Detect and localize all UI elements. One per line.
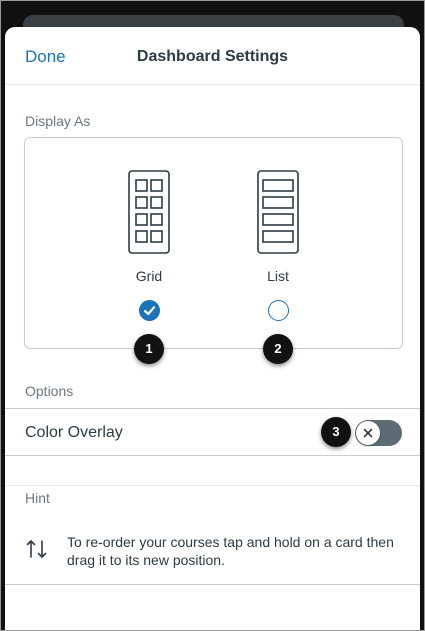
- close-icon: [363, 428, 373, 438]
- dashboard-settings-sheet: Done Dashboard Settings Display As Grid: [5, 27, 420, 630]
- hint-divider: [5, 485, 420, 486]
- page-title: Dashboard Settings: [136, 48, 289, 65]
- grid-option-label: Grid: [135, 268, 163, 284]
- display-option-list[interactable]: List: [233, 138, 323, 348]
- hint-text: To re-order your courses tap and hold on…: [67, 534, 394, 568]
- screenshot-frame: Done Dashboard Settings Display As Grid: [0, 0, 425, 631]
- grid-radio-checked[interactable]: [139, 300, 160, 321]
- options-label: Options: [25, 383, 74, 399]
- color-overlay-label: Color Overlay: [25, 424, 123, 441]
- checkmark-icon: [143, 306, 156, 316]
- list-layout-icon: [257, 170, 299, 254]
- callout-badge-2: 2: [263, 334, 293, 364]
- hint-row: To re-order your courses tap and hold on…: [5, 529, 420, 585]
- toggle-knob: [356, 421, 380, 445]
- display-as-box: Grid List: [24, 137, 403, 349]
- hint-label: Hint: [25, 490, 50, 506]
- color-overlay-toggle[interactable]: [355, 420, 402, 446]
- reorder-arrows-icon: [26, 540, 47, 558]
- callout-badge-3: 3: [321, 417, 351, 447]
- list-radio-unchecked[interactable]: [268, 300, 289, 321]
- display-option-grid[interactable]: Grid: [104, 138, 194, 348]
- callout-badge-1: 1: [134, 334, 164, 364]
- grid-layout-icon: [128, 170, 170, 254]
- list-option-label: List: [267, 268, 289, 284]
- sheet-header: Done Dashboard Settings: [5, 27, 420, 85]
- display-as-label: Display As: [25, 113, 91, 129]
- color-overlay-row: Color Overlay: [5, 408, 420, 456]
